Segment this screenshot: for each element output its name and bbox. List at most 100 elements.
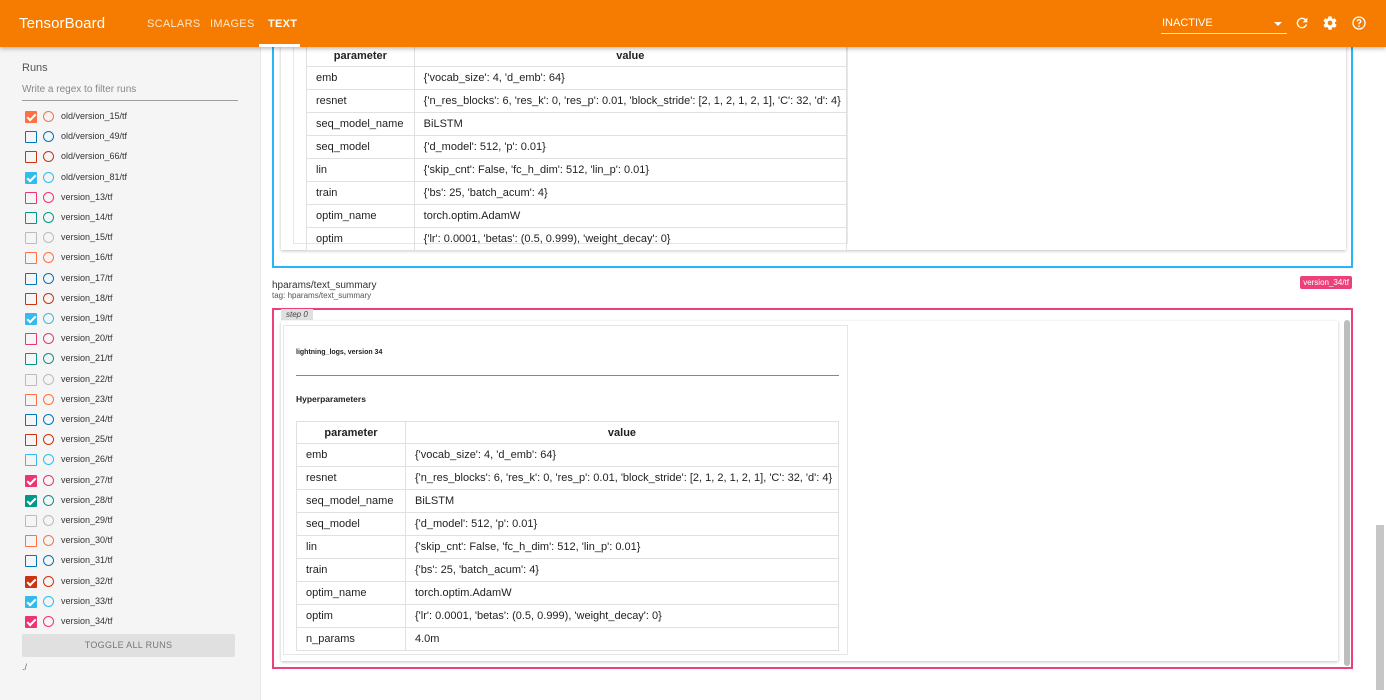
run-radio[interactable] xyxy=(43,212,54,223)
param-value: BiLSTM xyxy=(405,489,839,513)
run-checkbox[interactable] xyxy=(25,292,37,305)
run-label: version_27/tf xyxy=(61,474,113,485)
dropdown-value: INACTIVE xyxy=(1162,17,1213,29)
top-app-bar: TensorBoard SCALARS IMAGES TEXT INACTIVE xyxy=(0,0,1386,47)
run-radio[interactable] xyxy=(43,151,54,163)
run-checkbox[interactable] xyxy=(25,272,37,285)
runs-title: Runs xyxy=(22,62,48,74)
run-radio[interactable] xyxy=(43,333,54,345)
run-checkbox[interactable] xyxy=(25,191,37,204)
run-checkbox[interactable] xyxy=(25,131,37,144)
run-label: version_16/tf xyxy=(61,252,113,263)
refresh-icon[interactable] xyxy=(1294,15,1310,31)
run-checkbox[interactable] xyxy=(25,454,37,467)
tab-images[interactable]: IMAGES xyxy=(210,18,255,30)
hyperparameter-table: parameter value emb {'vocab_size': 4, 'd_… xyxy=(306,44,848,251)
run-radio[interactable] xyxy=(43,414,54,425)
run-radio[interactable] xyxy=(43,535,54,547)
run-checkbox[interactable] xyxy=(25,151,37,164)
table-row: optim_name torch.optim.AdamW xyxy=(306,204,848,228)
run-radio[interactable] xyxy=(43,272,54,284)
run-radio[interactable] xyxy=(43,191,54,203)
card-scrollbar[interactable] xyxy=(1344,320,1350,666)
tab-text[interactable]: TEXT xyxy=(268,18,297,30)
run-checkbox[interactable] xyxy=(25,595,37,608)
divider xyxy=(296,375,839,376)
run-checkbox[interactable] xyxy=(25,111,37,123)
markdown-document: lightning_logs, version 34 Hyperparamete… xyxy=(283,325,848,655)
run-checkbox[interactable] xyxy=(25,393,37,406)
run-radio[interactable] xyxy=(43,393,54,405)
param-value: {'vocab_size': 4, 'd_emb': 64} xyxy=(405,443,839,467)
run-radio[interactable] xyxy=(43,232,54,244)
run-label: old/version_81/tf xyxy=(61,171,128,182)
run-label: version_31/tf xyxy=(61,555,113,566)
run-checkbox[interactable] xyxy=(25,333,37,346)
hyperparameters-heading: Hyperparameters xyxy=(296,394,366,404)
run-checkbox[interactable] xyxy=(25,494,37,507)
run-checkbox[interactable] xyxy=(25,252,37,265)
table-row: emb {'vocab_size': 4, 'd_emb': 64} xyxy=(296,443,839,467)
param-value: {'lr': 0.0001, 'betas': (0.5, 0.999), 'w… xyxy=(405,604,839,628)
run-checkbox[interactable] xyxy=(25,515,37,527)
run-radio[interactable] xyxy=(43,616,54,627)
run-checkbox[interactable] xyxy=(25,474,37,487)
help-icon[interactable] xyxy=(1351,15,1367,31)
param-name: optim xyxy=(296,604,406,628)
run-checkbox[interactable] xyxy=(25,575,37,588)
run-radio[interactable] xyxy=(43,252,54,264)
run-checkbox[interactable] xyxy=(25,414,37,426)
run-radio[interactable] xyxy=(43,131,54,143)
settings-icon[interactable] xyxy=(1322,15,1338,31)
run-label: version_29/tf xyxy=(61,515,113,525)
run-checkbox[interactable] xyxy=(25,555,37,568)
run-radio[interactable] xyxy=(43,454,54,466)
run-radio[interactable] xyxy=(43,474,54,486)
run-radio[interactable] xyxy=(43,575,54,587)
run-radio[interactable] xyxy=(43,353,54,365)
page-scrollbar[interactable] xyxy=(1376,525,1384,690)
table-row: emb {'vocab_size': 4, 'd_emb': 64} xyxy=(306,66,848,90)
run-label: version_21/tf xyxy=(61,353,113,364)
hyperparameter-table: parameter value emb {'vocab_size': 4, 'd_… xyxy=(296,421,839,651)
run-checkbox[interactable] xyxy=(25,212,37,224)
run-checkbox[interactable] xyxy=(25,616,37,628)
run-checkbox[interactable] xyxy=(25,535,37,548)
run-checkbox[interactable] xyxy=(25,373,37,386)
toggle-all-runs-button[interactable]: TOGGLE ALL RUNS xyxy=(22,634,235,657)
param-value: {'skip_cnt': False, 'fc_h_dim': 512, 'li… xyxy=(405,535,839,559)
run-label: version_30/tf xyxy=(61,535,113,546)
param-value: {'d_model': 512, 'p': 0.01} xyxy=(405,512,839,536)
run-radio[interactable] xyxy=(43,555,54,567)
run-checkbox[interactable] xyxy=(25,313,37,325)
param-value: {'lr': 0.0001, 'betas': (0.5, 0.999), 'w… xyxy=(413,227,848,251)
param-value: {'bs': 25, 'batch_acum': 4} xyxy=(405,558,839,582)
param-name: emb xyxy=(296,443,406,467)
run-radio[interactable] xyxy=(43,515,54,526)
param-value: {'skip_cnt': False, 'fc_h_dim': 512, 'li… xyxy=(413,158,848,182)
run-radio[interactable] xyxy=(43,373,54,385)
run-checkbox[interactable] xyxy=(25,353,37,366)
column-header-parameter: parameter xyxy=(306,44,415,67)
tab-scalars[interactable]: SCALARS xyxy=(147,18,200,30)
run-radio[interactable] xyxy=(43,171,54,183)
table-header-row: parameter value xyxy=(306,44,848,67)
run-radio[interactable] xyxy=(43,313,54,324)
run-radio[interactable] xyxy=(43,595,54,607)
param-name: optim_name xyxy=(306,204,415,228)
param-name: seq_model xyxy=(296,512,406,536)
run-checkbox[interactable] xyxy=(25,171,37,184)
table-row: lin {'skip_cnt': False, 'fc_h_dim': 512, … xyxy=(296,535,839,559)
inactive-plugins-dropdown[interactable]: INACTIVE xyxy=(1161,16,1287,34)
run-radio[interactable] xyxy=(43,434,54,446)
run-filter-input[interactable]: Write a regex to filter runs xyxy=(22,84,238,101)
param-name: emb xyxy=(306,66,415,90)
param-name: optim xyxy=(306,227,415,251)
run-checkbox[interactable] xyxy=(25,232,37,245)
chevron-down-icon xyxy=(1274,22,1282,26)
run-checkbox[interactable] xyxy=(25,434,37,447)
run-radio[interactable] xyxy=(43,292,54,304)
run-radio[interactable] xyxy=(43,111,54,122)
run-label: old/version_15/tf xyxy=(61,111,128,121)
run-radio[interactable] xyxy=(43,494,54,506)
